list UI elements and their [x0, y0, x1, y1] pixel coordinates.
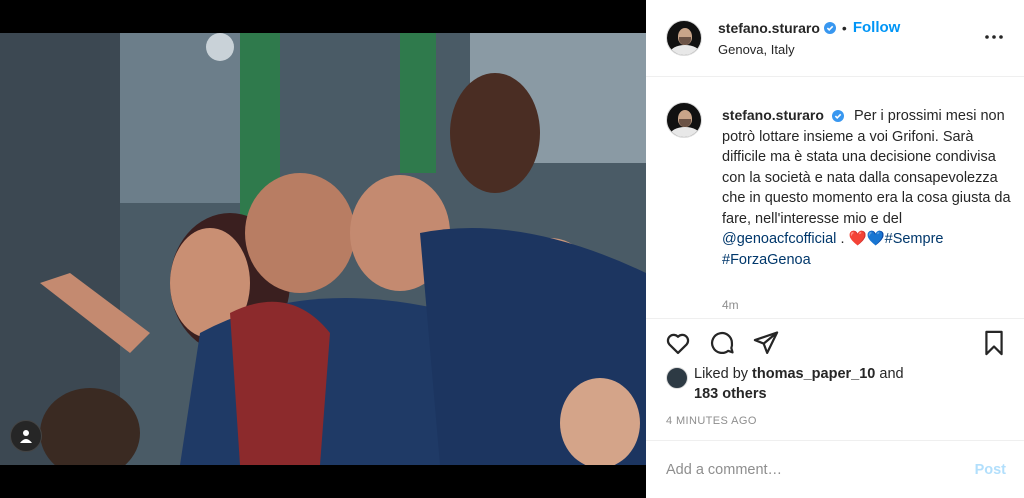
photo-area: [0, 0, 646, 498]
hashtag-sempre[interactable]: #Sempre: [885, 231, 944, 247]
caption-text: Per i prossimi mesi non potrò lottare in…: [722, 108, 1011, 227]
liked-by-others[interactable]: 183 others: [694, 386, 767, 402]
caption-hearts: ❤️💙: [848, 231, 885, 247]
likes-summary: Liked by thomas_paper_10 and 183 others: [666, 364, 1006, 404]
liker-avatar[interactable]: [666, 367, 688, 389]
liked-by-and: and: [879, 366, 904, 382]
post-header: stefano.sturaro • Follow Genova, Italy: [646, 0, 1024, 77]
more-options-button[interactable]: [982, 25, 1006, 49]
caption-time[interactable]: 4m: [722, 298, 739, 312]
photo-illustration: [0, 33, 646, 465]
comment-button[interactable]: [708, 329, 736, 357]
comment-input[interactable]: [666, 461, 956, 478]
post-photo[interactable]: [0, 33, 646, 465]
post-caption: stefano.sturaro Per i prossimi mesi non …: [722, 105, 1012, 270]
post-side-panel: stefano.sturaro • Follow Genova, Italy s…: [646, 0, 1024, 498]
header-separator: •: [841, 19, 847, 36]
share-icon: [753, 331, 779, 355]
liked-by-user[interactable]: thomas_paper_10: [752, 366, 875, 382]
post-comment-button[interactable]: Post: [975, 462, 1006, 478]
caption-mention[interactable]: @genoacfcofficial: [722, 231, 836, 247]
share-button[interactable]: [752, 329, 780, 357]
user-tag-icon: [20, 430, 32, 443]
liked-by-prefix: Liked by: [694, 366, 749, 382]
comment-icon: [711, 331, 734, 354]
post-timestamp[interactable]: 4 MINUTES AGO: [666, 415, 757, 427]
caption-avatar[interactable]: [666, 102, 702, 138]
action-bar: [646, 318, 1024, 368]
likes-text: Liked by thomas_paper_10 and 183 others: [666, 364, 1006, 404]
header-line: stefano.sturaro • Follow: [718, 19, 900, 36]
header-text: stefano.sturaro • Follow Genova, Italy: [718, 19, 900, 57]
verified-badge-icon: [823, 21, 836, 34]
caption-section: stefano.sturaro Per i prossimi mesi non …: [646, 78, 1024, 318]
follow-button[interactable]: Follow: [853, 19, 901, 36]
post-location[interactable]: Genova, Italy: [718, 42, 900, 57]
author-username[interactable]: stefano.sturaro: [718, 20, 820, 36]
user-tags-button[interactable]: [10, 420, 42, 452]
more-options-icon: [985, 35, 1003, 39]
caption-after-mention: .: [836, 231, 849, 247]
heart-icon: [666, 333, 690, 355]
verified-badge-icon: [831, 110, 844, 123]
save-button[interactable]: [980, 329, 1008, 357]
like-button[interactable]: [664, 329, 692, 357]
author-avatar[interactable]: [666, 20, 702, 56]
comment-bar: Post: [646, 440, 1024, 498]
hashtag-forzagenoa[interactable]: #ForzaGenoa: [722, 252, 811, 268]
caption-username[interactable]: stefano.sturaro: [722, 107, 824, 123]
bookmark-icon: [985, 330, 1003, 356]
